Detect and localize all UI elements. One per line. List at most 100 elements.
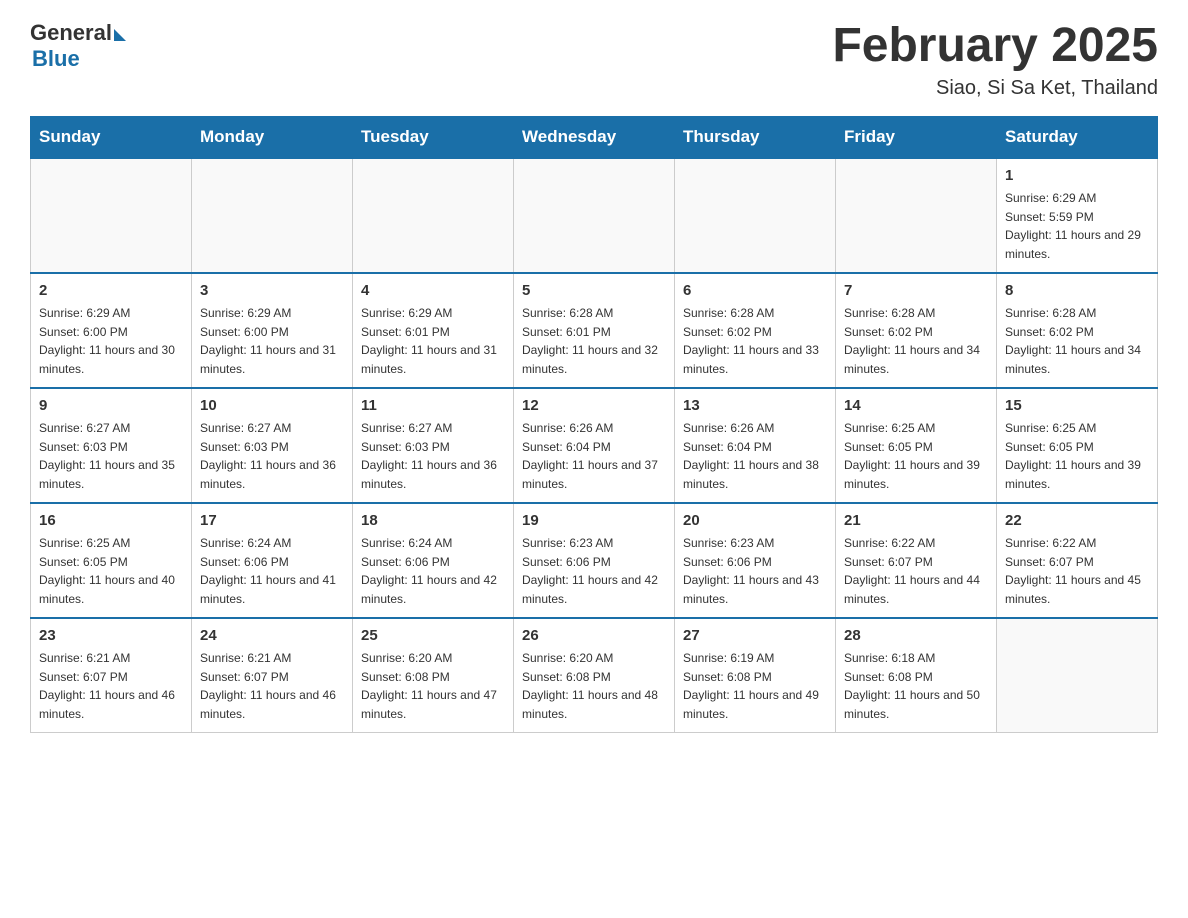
title-section: February 2025 Siao, Si Sa Ket, Thailand — [832, 20, 1158, 100]
day-info: Sunrise: 6:28 AMSunset: 6:02 PMDaylight:… — [1005, 304, 1149, 378]
calendar-cell: 7Sunrise: 6:28 AMSunset: 6:02 PMDaylight… — [836, 273, 997, 388]
weekday-header-tuesday: Tuesday — [353, 116, 514, 158]
day-number: 18 — [361, 510, 505, 533]
day-number: 20 — [683, 510, 827, 533]
day-number: 1 — [1005, 165, 1149, 188]
calendar-cell: 21Sunrise: 6:22 AMSunset: 6:07 PMDayligh… — [836, 503, 997, 618]
day-info: Sunrise: 6:29 AMSunset: 6:00 PMDaylight:… — [39, 304, 183, 378]
weekday-header-wednesday: Wednesday — [514, 116, 675, 158]
calendar-cell: 28Sunrise: 6:18 AMSunset: 6:08 PMDayligh… — [836, 618, 997, 733]
weekday-header-monday: Monday — [192, 116, 353, 158]
calendar-cell: 25Sunrise: 6:20 AMSunset: 6:08 PMDayligh… — [353, 618, 514, 733]
day-number: 15 — [1005, 395, 1149, 418]
calendar-cell: 23Sunrise: 6:21 AMSunset: 6:07 PMDayligh… — [31, 618, 192, 733]
day-info: Sunrise: 6:29 AMSunset: 6:00 PMDaylight:… — [200, 304, 344, 378]
day-info: Sunrise: 6:22 AMSunset: 6:07 PMDaylight:… — [1005, 534, 1149, 608]
day-info: Sunrise: 6:23 AMSunset: 6:06 PMDaylight:… — [683, 534, 827, 608]
day-number: 16 — [39, 510, 183, 533]
day-number: 11 — [361, 395, 505, 418]
calendar-week-4: 16Sunrise: 6:25 AMSunset: 6:05 PMDayligh… — [31, 503, 1158, 618]
calendar-cell: 17Sunrise: 6:24 AMSunset: 6:06 PMDayligh… — [192, 503, 353, 618]
calendar-cell — [997, 618, 1158, 733]
day-number: 24 — [200, 625, 344, 648]
calendar-cell: 1Sunrise: 6:29 AMSunset: 5:59 PMDaylight… — [997, 158, 1158, 273]
calendar-cell: 4Sunrise: 6:29 AMSunset: 6:01 PMDaylight… — [353, 273, 514, 388]
day-info: Sunrise: 6:28 AMSunset: 6:02 PMDaylight:… — [844, 304, 988, 378]
calendar-cell: 18Sunrise: 6:24 AMSunset: 6:06 PMDayligh… — [353, 503, 514, 618]
logo-arrow-icon — [114, 29, 126, 41]
day-info: Sunrise: 6:22 AMSunset: 6:07 PMDaylight:… — [844, 534, 988, 608]
day-number: 4 — [361, 280, 505, 303]
calendar-cell: 14Sunrise: 6:25 AMSunset: 6:05 PMDayligh… — [836, 388, 997, 503]
calendar-cell: 6Sunrise: 6:28 AMSunset: 6:02 PMDaylight… — [675, 273, 836, 388]
calendar-cell: 16Sunrise: 6:25 AMSunset: 6:05 PMDayligh… — [31, 503, 192, 618]
day-number: 19 — [522, 510, 666, 533]
day-number: 3 — [200, 280, 344, 303]
day-number: 22 — [1005, 510, 1149, 533]
calendar-cell: 27Sunrise: 6:19 AMSunset: 6:08 PMDayligh… — [675, 618, 836, 733]
day-info: Sunrise: 6:21 AMSunset: 6:07 PMDaylight:… — [39, 649, 183, 723]
day-info: Sunrise: 6:29 AMSunset: 5:59 PMDaylight:… — [1005, 189, 1149, 263]
day-info: Sunrise: 6:27 AMSunset: 6:03 PMDaylight:… — [39, 419, 183, 493]
day-number: 26 — [522, 625, 666, 648]
calendar-cell: 20Sunrise: 6:23 AMSunset: 6:06 PMDayligh… — [675, 503, 836, 618]
day-info: Sunrise: 6:24 AMSunset: 6:06 PMDaylight:… — [361, 534, 505, 608]
day-info: Sunrise: 6:25 AMSunset: 6:05 PMDaylight:… — [844, 419, 988, 493]
calendar-cell: 8Sunrise: 6:28 AMSunset: 6:02 PMDaylight… — [997, 273, 1158, 388]
day-info: Sunrise: 6:18 AMSunset: 6:08 PMDaylight:… — [844, 649, 988, 723]
day-number: 9 — [39, 395, 183, 418]
calendar-cell: 2Sunrise: 6:29 AMSunset: 6:00 PMDaylight… — [31, 273, 192, 388]
day-number: 10 — [200, 395, 344, 418]
day-number: 8 — [1005, 280, 1149, 303]
day-number: 25 — [361, 625, 505, 648]
day-number: 14 — [844, 395, 988, 418]
day-info: Sunrise: 6:29 AMSunset: 6:01 PMDaylight:… — [361, 304, 505, 378]
day-number: 5 — [522, 280, 666, 303]
calendar-cell — [353, 158, 514, 273]
calendar-cell: 9Sunrise: 6:27 AMSunset: 6:03 PMDaylight… — [31, 388, 192, 503]
day-number: 28 — [844, 625, 988, 648]
calendar-cell: 12Sunrise: 6:26 AMSunset: 6:04 PMDayligh… — [514, 388, 675, 503]
day-info: Sunrise: 6:26 AMSunset: 6:04 PMDaylight:… — [683, 419, 827, 493]
calendar-cell — [514, 158, 675, 273]
day-info: Sunrise: 6:20 AMSunset: 6:08 PMDaylight:… — [522, 649, 666, 723]
day-number: 17 — [200, 510, 344, 533]
day-number: 27 — [683, 625, 827, 648]
weekday-header-saturday: Saturday — [997, 116, 1158, 158]
calendar-cell: 22Sunrise: 6:22 AMSunset: 6:07 PMDayligh… — [997, 503, 1158, 618]
day-info: Sunrise: 6:25 AMSunset: 6:05 PMDaylight:… — [1005, 419, 1149, 493]
day-info: Sunrise: 6:27 AMSunset: 6:03 PMDaylight:… — [200, 419, 344, 493]
day-info: Sunrise: 6:28 AMSunset: 6:01 PMDaylight:… — [522, 304, 666, 378]
calendar-cell: 19Sunrise: 6:23 AMSunset: 6:06 PMDayligh… — [514, 503, 675, 618]
logo: General Blue — [30, 20, 126, 72]
calendar-week-2: 2Sunrise: 6:29 AMSunset: 6:00 PMDaylight… — [31, 273, 1158, 388]
calendar-cell: 26Sunrise: 6:20 AMSunset: 6:08 PMDayligh… — [514, 618, 675, 733]
day-info: Sunrise: 6:25 AMSunset: 6:05 PMDaylight:… — [39, 534, 183, 608]
calendar-cell: 3Sunrise: 6:29 AMSunset: 6:00 PMDaylight… — [192, 273, 353, 388]
logo-blue-text: Blue — [32, 46, 80, 72]
day-info: Sunrise: 6:23 AMSunset: 6:06 PMDaylight:… — [522, 534, 666, 608]
calendar-cell: 5Sunrise: 6:28 AMSunset: 6:01 PMDaylight… — [514, 273, 675, 388]
day-info: Sunrise: 6:19 AMSunset: 6:08 PMDaylight:… — [683, 649, 827, 723]
day-number: 21 — [844, 510, 988, 533]
day-info: Sunrise: 6:26 AMSunset: 6:04 PMDaylight:… — [522, 419, 666, 493]
day-number: 12 — [522, 395, 666, 418]
weekday-header-friday: Friday — [836, 116, 997, 158]
calendar-week-3: 9Sunrise: 6:27 AMSunset: 6:03 PMDaylight… — [31, 388, 1158, 503]
day-number: 6 — [683, 280, 827, 303]
day-info: Sunrise: 6:28 AMSunset: 6:02 PMDaylight:… — [683, 304, 827, 378]
calendar-cell — [836, 158, 997, 273]
day-info: Sunrise: 6:27 AMSunset: 6:03 PMDaylight:… — [361, 419, 505, 493]
day-info: Sunrise: 6:20 AMSunset: 6:08 PMDaylight:… — [361, 649, 505, 723]
calendar-cell: 11Sunrise: 6:27 AMSunset: 6:03 PMDayligh… — [353, 388, 514, 503]
calendar-week-5: 23Sunrise: 6:21 AMSunset: 6:07 PMDayligh… — [31, 618, 1158, 733]
weekday-header-row: SundayMondayTuesdayWednesdayThursdayFrid… — [31, 116, 1158, 158]
calendar-cell — [192, 158, 353, 273]
weekday-header-thursday: Thursday — [675, 116, 836, 158]
day-info: Sunrise: 6:24 AMSunset: 6:06 PMDaylight:… — [200, 534, 344, 608]
calendar-table: SundayMondayTuesdayWednesdayThursdayFrid… — [30, 116, 1158, 734]
page-header: General Blue February 2025 Siao, Si Sa K… — [30, 20, 1158, 100]
calendar-cell: 13Sunrise: 6:26 AMSunset: 6:04 PMDayligh… — [675, 388, 836, 503]
calendar-cell: 15Sunrise: 6:25 AMSunset: 6:05 PMDayligh… — [997, 388, 1158, 503]
calendar-cell: 10Sunrise: 6:27 AMSunset: 6:03 PMDayligh… — [192, 388, 353, 503]
